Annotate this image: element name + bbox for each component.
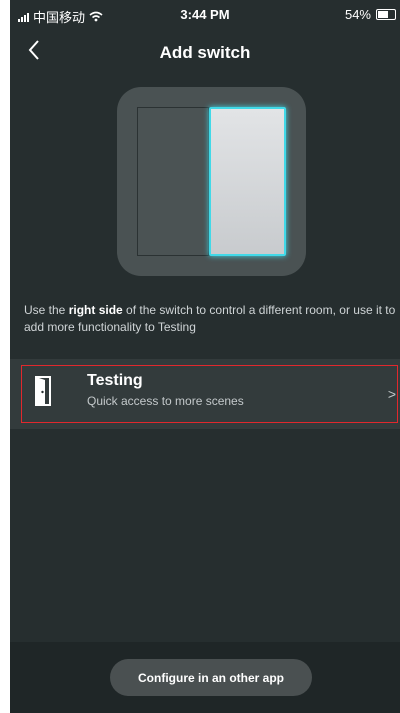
app-screen: 中国移动 3:44 PM 54% Add switch Use the righ… [10, 0, 400, 713]
switch-left-rocker [137, 107, 209, 256]
page-title: Add switch [159, 43, 251, 62]
switch-illustration [117, 87, 306, 276]
bottom-bar: Configure in an other app [10, 642, 400, 713]
chevron-right-icon: > [387, 386, 396, 402]
instruction-bold: right side [68, 303, 123, 317]
configure-other-app-button[interactable]: Configure in an other app [110, 659, 312, 696]
room-subtitle: Quick access to more scenes [87, 394, 244, 408]
status-time: 3:44 PM [180, 7, 230, 22]
battery-percent: 54% [344, 7, 371, 22]
switch-right-rocker-highlighted [209, 107, 286, 256]
battery-icon [376, 9, 396, 20]
door-icon [35, 376, 51, 406]
room-row-testing[interactable]: Testing Quick access to more scenes > [10, 359, 400, 429]
instruction-text: Use the right side of the switch to cont… [24, 302, 396, 336]
status-right: 54% [345, 7, 396, 22]
instruction-prefix: Use the [24, 303, 69, 317]
status-bar: 中国移动 3:44 PM 54% [10, 0, 400, 28]
navigation-bar: Add switch [10, 30, 400, 74]
room-name: Testing [87, 372, 143, 389]
